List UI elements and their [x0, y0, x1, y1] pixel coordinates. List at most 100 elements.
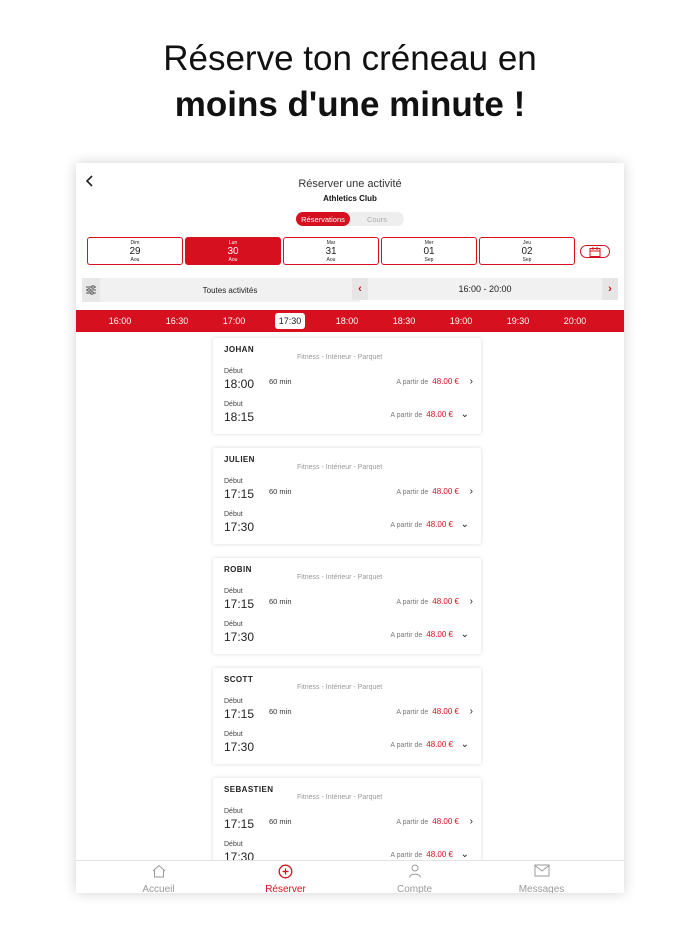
- tab-accueil[interactable]: Accueil: [90, 861, 227, 893]
- price: A partir de 48.00 €: [396, 487, 459, 496]
- time-slot[interactable]: 16:30: [157, 310, 197, 332]
- time-slot[interactable]: 16:00: [100, 310, 140, 332]
- activity-category: Fitness - Intérieur - Parquet: [297, 464, 383, 471]
- price: A partir de 48.00 €: [396, 597, 459, 606]
- slot-row[interactable]: Début 17:30 A partir de 48.00 € ⌄: [213, 621, 481, 649]
- slot-row[interactable]: Début 17:15 60 min A partir de 48.00 € ›: [213, 588, 481, 616]
- slot-row[interactable]: Début 17:15 60 min A partir de 48.00 € ›: [213, 478, 481, 506]
- chevron-left-icon: ‹: [358, 283, 362, 295]
- day-item[interactable]: Dim 29 Aou: [87, 237, 183, 265]
- time-slot[interactable]: 18:30: [384, 310, 424, 332]
- price: A partir de 48.00 €: [390, 740, 453, 749]
- coach-name: JULIEN: [224, 455, 255, 464]
- start-label: Début: [224, 621, 243, 628]
- start-label: Début: [224, 511, 243, 518]
- coach-name: SEBASTIEN: [224, 785, 274, 794]
- activity-category: Fitness - Intérieur - Parquet: [297, 684, 383, 691]
- start-time: 17:15: [224, 817, 255, 831]
- coach-list: JOHAN Fitness - Intérieur - Parquet Débu…: [76, 336, 624, 860]
- activity-filter-select[interactable]: Toutes activités: [100, 278, 360, 302]
- tab-compte[interactable]: Compte: [346, 861, 483, 893]
- activity-category: Fitness - Intérieur - Parquet: [297, 354, 383, 361]
- time-slot[interactable]: 20:00: [555, 310, 595, 332]
- time-slot[interactable]: 19:30: [498, 310, 538, 332]
- prev-range-button[interactable]: ‹: [352, 278, 368, 300]
- price-value: 48.00 €: [426, 520, 453, 529]
- club-name: Athletics Club: [323, 194, 377, 203]
- price-value: 48.00 €: [426, 740, 453, 749]
- time-slot-selected[interactable]: 17:30: [275, 313, 305, 329]
- time-slot[interactable]: 19:00: [441, 310, 481, 332]
- day-number: 01: [423, 246, 435, 257]
- time-slot[interactable]: 17:00: [214, 310, 254, 332]
- duration: 60 min: [269, 817, 292, 826]
- time-range-selector: ‹ 16:00 - 20:00 ›: [352, 278, 618, 300]
- day-number: 29: [129, 246, 141, 257]
- price-value: 48.00 €: [432, 597, 459, 606]
- price-label: A partir de: [390, 742, 423, 749]
- price: A partir de 48.00 €: [390, 410, 453, 419]
- chevron-down-icon: ⌄: [460, 739, 469, 750]
- calendar-icon: [589, 246, 601, 257]
- start-label: Début: [224, 808, 243, 815]
- day-month: Sep: [522, 257, 532, 263]
- start-label: Début: [224, 401, 243, 408]
- day-month: Aou: [326, 257, 336, 263]
- user-icon: [346, 861, 483, 879]
- chevron-down-icon: ⌄: [460, 629, 469, 640]
- slot-row[interactable]: Début 17:30 A partir de 48.00 € ⌄: [213, 731, 481, 759]
- price-label: A partir de: [390, 412, 423, 419]
- slot-row[interactable]: Début 17:15 60 min A partir de 48.00 € ›: [213, 698, 481, 726]
- start-label: Début: [224, 698, 243, 705]
- chevron-down-icon: ⌄: [460, 519, 469, 530]
- price-value: 48.00 €: [432, 817, 459, 826]
- start-time: 17:30: [224, 850, 255, 860]
- price-value: 48.00 €: [432, 487, 459, 496]
- mail-icon: [473, 861, 610, 879]
- day-month: Aou: [130, 257, 140, 263]
- day-item-selected[interactable]: Lun 30 Aou: [185, 237, 281, 265]
- chevron-right-icon: ›: [469, 596, 473, 607]
- calendar-button[interactable]: [580, 245, 610, 258]
- filter-button[interactable]: [82, 278, 100, 302]
- day-item[interactable]: Mar 31 Aou: [283, 237, 379, 265]
- start-time: 17:15: [224, 707, 255, 721]
- plus-circle-icon: [217, 861, 354, 879]
- price-value: 48.00 €: [426, 850, 453, 859]
- sliders-icon: [86, 285, 96, 295]
- slot-row[interactable]: Début 18:15 A partir de 48.00 € ⌄: [213, 401, 481, 429]
- next-range-button[interactable]: ›: [602, 278, 618, 300]
- price-label: A partir de: [390, 632, 423, 639]
- tab-label: Messages: [518, 884, 565, 893]
- time-slot[interactable]: 18:00: [327, 310, 367, 332]
- chevron-right-icon: ›: [469, 376, 473, 387]
- day-item[interactable]: Mer 01 Sep: [381, 237, 477, 265]
- tab-label: Compte: [396, 884, 432, 893]
- slot-row[interactable]: Début 17:15 60 min A partir de 48.00 € ›: [213, 808, 481, 836]
- price-label: A partir de: [396, 379, 429, 386]
- day-number: 30: [227, 246, 239, 257]
- tab-label: Accueil: [142, 884, 175, 893]
- slot-row[interactable]: Début 17:30 A partir de 48.00 € ⌄: [213, 841, 481, 860]
- tab-cours[interactable]: Cours: [350, 212, 404, 226]
- headline-line-1: Réserve ton créneau en: [163, 39, 537, 78]
- tab-reservations[interactable]: Réservations: [296, 212, 350, 226]
- slot-row[interactable]: Début 18:00 60 min A partir de 48.00 € ›: [213, 368, 481, 396]
- duration: 60 min: [269, 707, 292, 716]
- start-time: 17:15: [224, 597, 255, 611]
- tab-messages[interactable]: Messages: [473, 861, 610, 893]
- page-title: Réserver une activité: [298, 178, 402, 190]
- bottom-tab-bar: Accueil Réserver Compte Messages: [76, 860, 624, 893]
- duration: 60 min: [269, 377, 292, 386]
- day-month: Sep: [424, 257, 434, 263]
- chevron-right-icon: ›: [469, 486, 473, 497]
- start-time: 17:30: [224, 630, 255, 644]
- slot-row[interactable]: Début 17:30 A partir de 48.00 € ⌄: [213, 511, 481, 539]
- day-item[interactable]: Jeu 02 Sep: [479, 237, 575, 265]
- duration: 60 min: [269, 487, 292, 496]
- start-label: Début: [224, 478, 243, 485]
- activity-category: Fitness - Intérieur - Parquet: [297, 574, 383, 581]
- tab-reserver[interactable]: Réserver: [217, 861, 354, 893]
- price-label: A partir de: [390, 852, 423, 859]
- price-label: A partir de: [396, 599, 429, 606]
